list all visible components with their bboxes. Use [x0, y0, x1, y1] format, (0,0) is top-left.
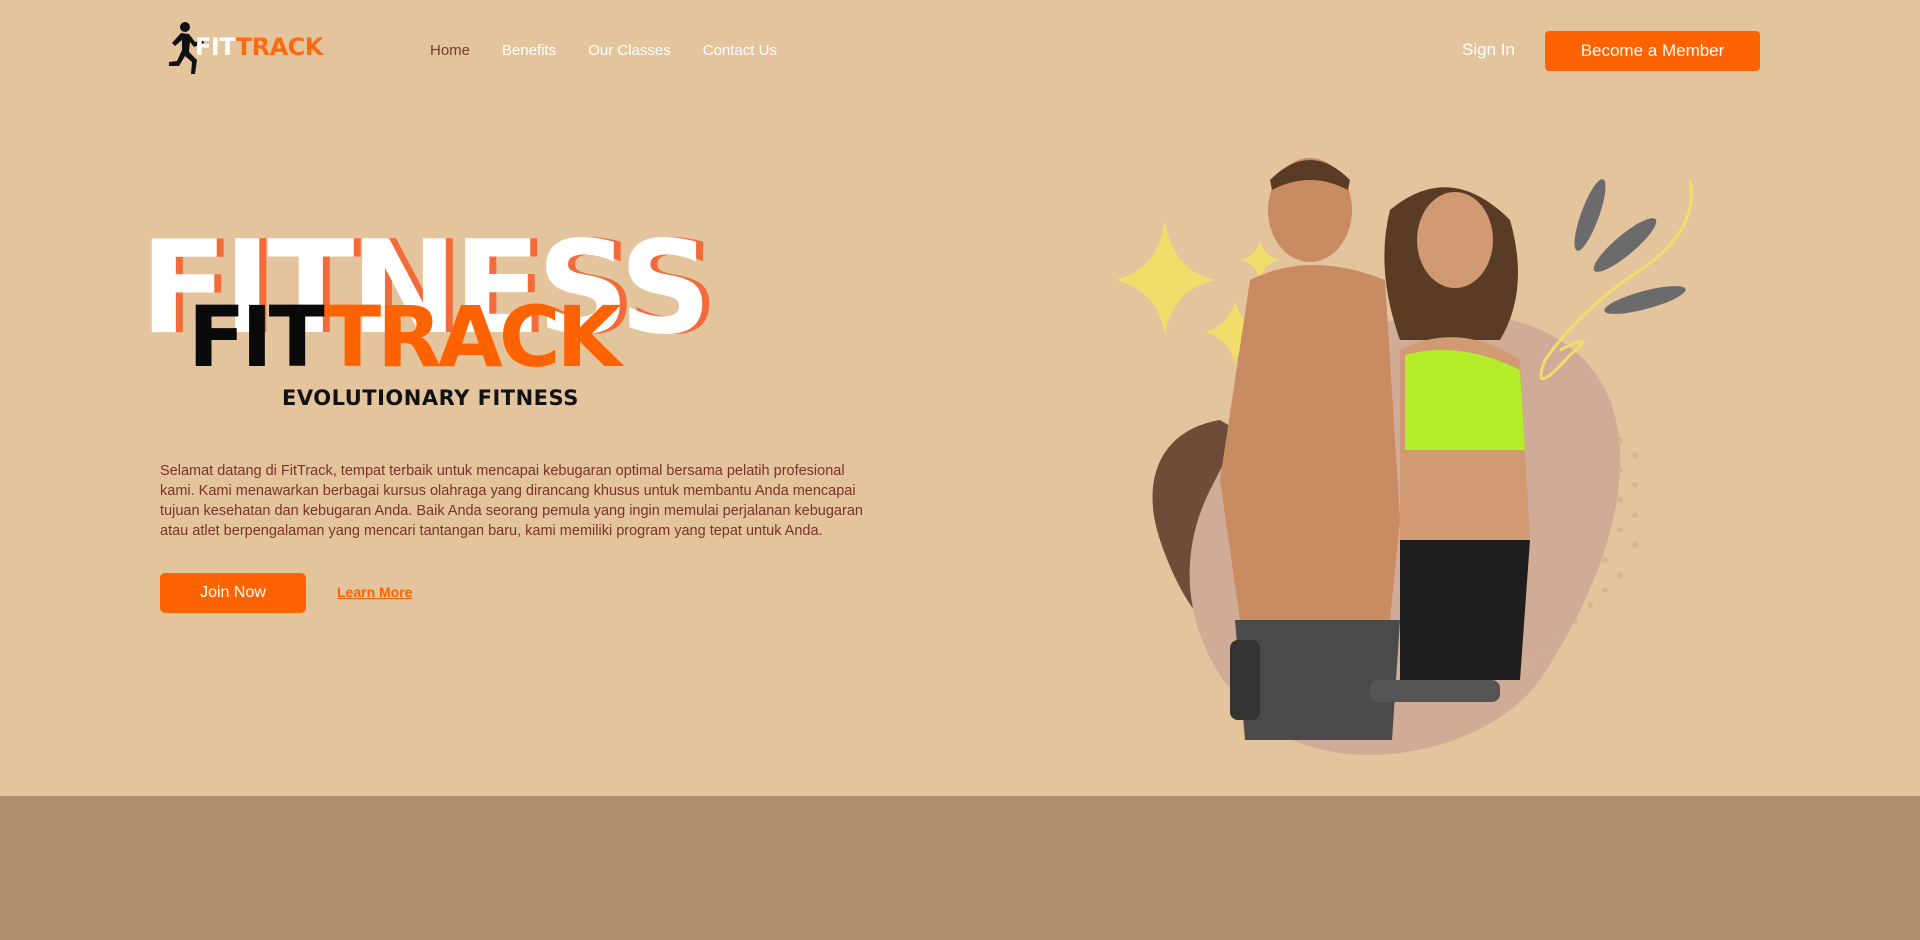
join-now-button[interactable]: Join Now [160, 573, 306, 613]
hero-title-fit: FIT [188, 288, 328, 386]
become-member-button[interactable]: Become a Member [1545, 31, 1760, 71]
navbar: FITTRACK Home Benefits Our Classes Conta… [0, 0, 1920, 100]
hero-title: FITNESS FITTRACK [140, 225, 760, 385]
logo[interactable]: FITTRACK [165, 20, 345, 80]
hero-tagline: EVOLUTIONARY FITNESS [282, 386, 579, 410]
logo-fit: FIT [195, 33, 236, 61]
main-nav: Home Benefits Our Classes Contact Us [430, 42, 777, 59]
nav-link-contact-us[interactable]: Contact Us [703, 42, 777, 59]
yellow-squiggle [1539, 179, 1693, 381]
hero-title-track: TRACK [323, 288, 622, 386]
nav-link-home[interactable]: Home [430, 42, 470, 59]
sparkle-large-icon [1115, 220, 1215, 335]
learn-more-link[interactable]: Learn More [337, 584, 412, 600]
sign-in-link[interactable]: Sign In [1462, 40, 1515, 60]
male-athlete-figure [1220, 158, 1400, 740]
next-section-band [0, 796, 1920, 940]
logo-track: TRACK [235, 33, 324, 61]
nav-link-benefits[interactable]: Benefits [502, 42, 556, 59]
hero-description: Selamat datang di FitTrack, tempat terba… [160, 463, 863, 539]
hero-brand-title: FITTRACK [188, 295, 622, 379]
nav-link-our-classes[interactable]: Our Classes [588, 42, 671, 59]
grey-stroke-marks [1574, 179, 1686, 314]
hero-illustration [1115, 158, 1693, 755]
logo-wordmark: FITTRACK [195, 33, 323, 61]
